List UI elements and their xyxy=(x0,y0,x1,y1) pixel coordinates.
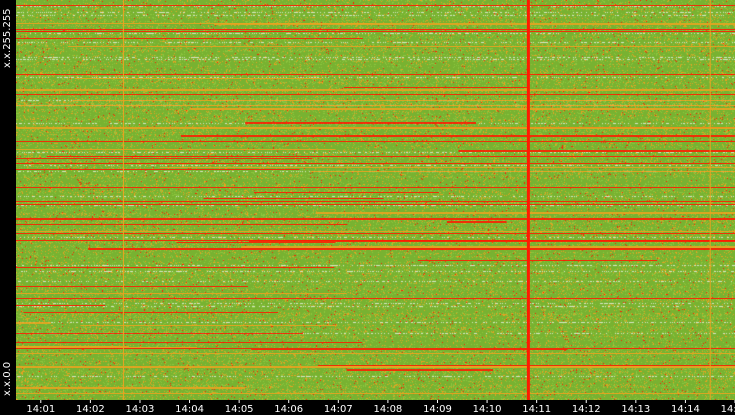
heatmap-streak xyxy=(315,212,735,214)
heatmap-streak xyxy=(16,286,248,287)
x-tick-label: 14:12 xyxy=(572,404,601,415)
heatmap-streak xyxy=(16,149,336,150)
heatmap-streak xyxy=(417,260,658,261)
vertical-event-line xyxy=(709,0,711,400)
heatmap-streak xyxy=(203,198,384,199)
heatmap-streak xyxy=(16,158,313,159)
heatmap-chart: 14:01 14:02 14:03 14:04 14:05 14:06 14:07 14:08… xyxy=(0,0,735,415)
heatmap-streak xyxy=(130,156,735,157)
heatmap-streak xyxy=(16,387,245,389)
heatmap-streak xyxy=(72,100,735,101)
heatmap-streak xyxy=(16,333,303,334)
heatmap-streak xyxy=(346,369,494,371)
x-tick-label: 14:10 xyxy=(473,404,502,415)
x-tick-label: 14:08 xyxy=(373,404,402,415)
heatmap-streak xyxy=(446,221,507,223)
heatmap-streak xyxy=(180,135,735,137)
x-tick-label: 14:13 xyxy=(621,404,650,415)
heatmap-streak xyxy=(315,366,658,367)
heatmap-streak xyxy=(245,122,477,124)
heatmap-streak xyxy=(318,365,735,366)
heatmap-streak xyxy=(16,346,118,347)
heatmap-streak xyxy=(16,293,347,294)
heatmap-streak xyxy=(16,169,300,170)
heatmap-streak xyxy=(16,224,348,225)
heatmap-streak xyxy=(248,240,735,242)
x-tick-label: 14:04 xyxy=(175,404,204,415)
x-tick-label: 14:14 xyxy=(671,404,700,415)
heatmap-streak xyxy=(214,23,735,25)
x-tick-label: 14:02 xyxy=(76,404,105,415)
heatmap-streak xyxy=(23,312,279,313)
heatmap-streak xyxy=(458,150,735,152)
heatmap-streak xyxy=(74,78,323,79)
heatmap-streak xyxy=(25,31,735,32)
heatmap-streak xyxy=(251,349,568,350)
y-axis-bottom-label: x.x.0.0 xyxy=(2,362,13,396)
x-tick-label: 14:05 xyxy=(225,404,254,415)
vertical-event-line xyxy=(526,0,530,400)
heatmap-streak xyxy=(46,156,151,157)
heatmap-streak xyxy=(190,108,735,110)
x-tick-label: 14:06 xyxy=(274,404,303,415)
heatmap-streak xyxy=(16,305,106,306)
heatmap-streak xyxy=(253,192,439,193)
heatmap-streak xyxy=(16,342,363,343)
vertical-event-line xyxy=(122,0,124,400)
heatmap-streak xyxy=(16,267,335,268)
heatmap-streak xyxy=(80,325,336,326)
heatmap-streak xyxy=(344,87,529,88)
x-tick-label: 14:01 xyxy=(26,404,55,415)
heatmap-streak xyxy=(88,248,735,250)
x-tick-label: 14:09 xyxy=(423,404,452,415)
x-tick-label: 14:11 xyxy=(522,404,551,415)
heatmap-streak xyxy=(67,46,735,47)
heatmap-streak xyxy=(16,322,51,324)
heatmap-streak xyxy=(16,347,198,348)
x-tick-label: 14:03 xyxy=(126,404,155,415)
heatmap-streak xyxy=(310,171,735,172)
x-tick-label: 14:07 xyxy=(324,404,353,415)
y-axis-top-label: x.x.255.255 xyxy=(2,8,13,68)
x-tick-label: 14:15 xyxy=(721,404,735,415)
heatmap-streak xyxy=(16,38,363,39)
heatmap-streak xyxy=(241,246,735,248)
heatmap-streak xyxy=(176,242,336,243)
heatmap-streak xyxy=(159,167,735,168)
